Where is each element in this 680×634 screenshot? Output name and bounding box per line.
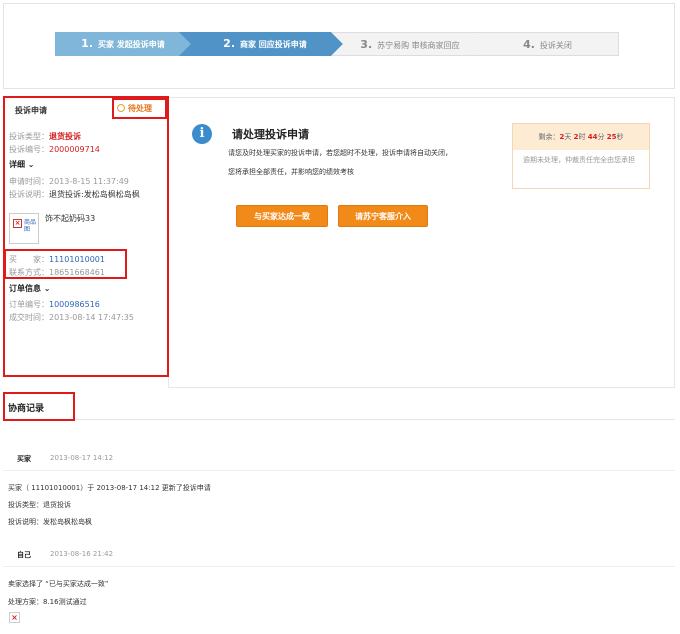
record-1-author: 买家 [17, 455, 31, 463]
info-icon: i [192, 124, 212, 144]
step-4: 4. 投诉关闭 [469, 32, 619, 56]
record-2-author: 自己 [17, 551, 31, 559]
record-2-divider [3, 566, 675, 567]
record-2-line1: 卖家选择了 “已与买家达成一致” [8, 580, 109, 588]
countdown-seconds-unit: 秒 [616, 133, 624, 141]
countdown-hours-unit: 时 [578, 133, 586, 141]
step-3: 3. 苏宁易购 审核商家回应 [331, 32, 481, 56]
countdown-note: 逾期未处理，仲裁责任完全由您承担 [523, 156, 635, 164]
step-3-label: 苏宁易购 审核商家回应 [377, 41, 460, 50]
record-1-line3: 投诉说明：发松岛枫松岛枫 [8, 518, 92, 526]
countdown-prefix: 剩余： [538, 133, 560, 141]
step-2-number: 2. [223, 37, 236, 50]
action-title: 请处理投诉申请 [232, 128, 309, 141]
countdown-days-unit: 天 [564, 133, 572, 141]
action-desc-line2: 您将承担全部责任，并影响您的绩效考核 [228, 168, 354, 176]
agree-with-buyer-button[interactable]: 与买家达成一致 [236, 205, 328, 227]
highlight-left-panel [3, 96, 169, 377]
action-desc-line1: 请您及时处理买家的投诉申请，若您超时不处理，投诉申请将自动关闭， [228, 149, 452, 157]
progress-steps: 1. 买家 发起投诉申请 2. 商家 回应投诉申请 3. 苏宁易购 审核商家回应 4.… [55, 32, 619, 56]
broken-image-icon[interactable]: × [9, 612, 20, 623]
record-2-line2: 处理方案：8.16测试通过 [8, 598, 87, 606]
record-1-line1: 买家（ 11101010001）于 2013-08-17 14:12 更新了投诉… [8, 484, 211, 492]
step-3-number: 3. [360, 38, 373, 51]
records-divider [3, 419, 675, 420]
countdown-timer: 剩余：2天 2时 44分 25秒 [513, 124, 649, 150]
record-1-line2: 投诉类型：退货投诉 [8, 501, 71, 509]
step-1-label: 买家 发起投诉申请 [98, 40, 165, 49]
step-1: 1. 买家 发起投诉申请 [55, 32, 191, 56]
record-1-time: 2013-08-17 14:12 [50, 454, 114, 462]
step-2: 2. 商家 回应投诉申请 [179, 32, 343, 56]
countdown-box: 剩余：2天 2时 44分 25秒 逾期未处理，仲裁责任完全由您承担 [512, 123, 650, 189]
step-1-number: 1. [81, 37, 94, 50]
request-service-button[interactable]: 请苏宁客服介入 [338, 205, 428, 227]
record-2-time: 2013-08-16 21:42 [50, 550, 114, 558]
step-4-number: 4. [523, 38, 535, 51]
step-2-label: 商家 回应投诉申请 [240, 40, 307, 49]
highlight-records-title [3, 392, 75, 421]
highlight-buyer-contact [4, 249, 127, 279]
step-4-label: 投诉关闭 [539, 41, 572, 50]
record-1-divider [3, 470, 675, 471]
highlight-status [112, 98, 167, 119]
countdown-seconds: 25 [606, 133, 617, 141]
countdown-minutes-unit: 分 [597, 133, 605, 141]
